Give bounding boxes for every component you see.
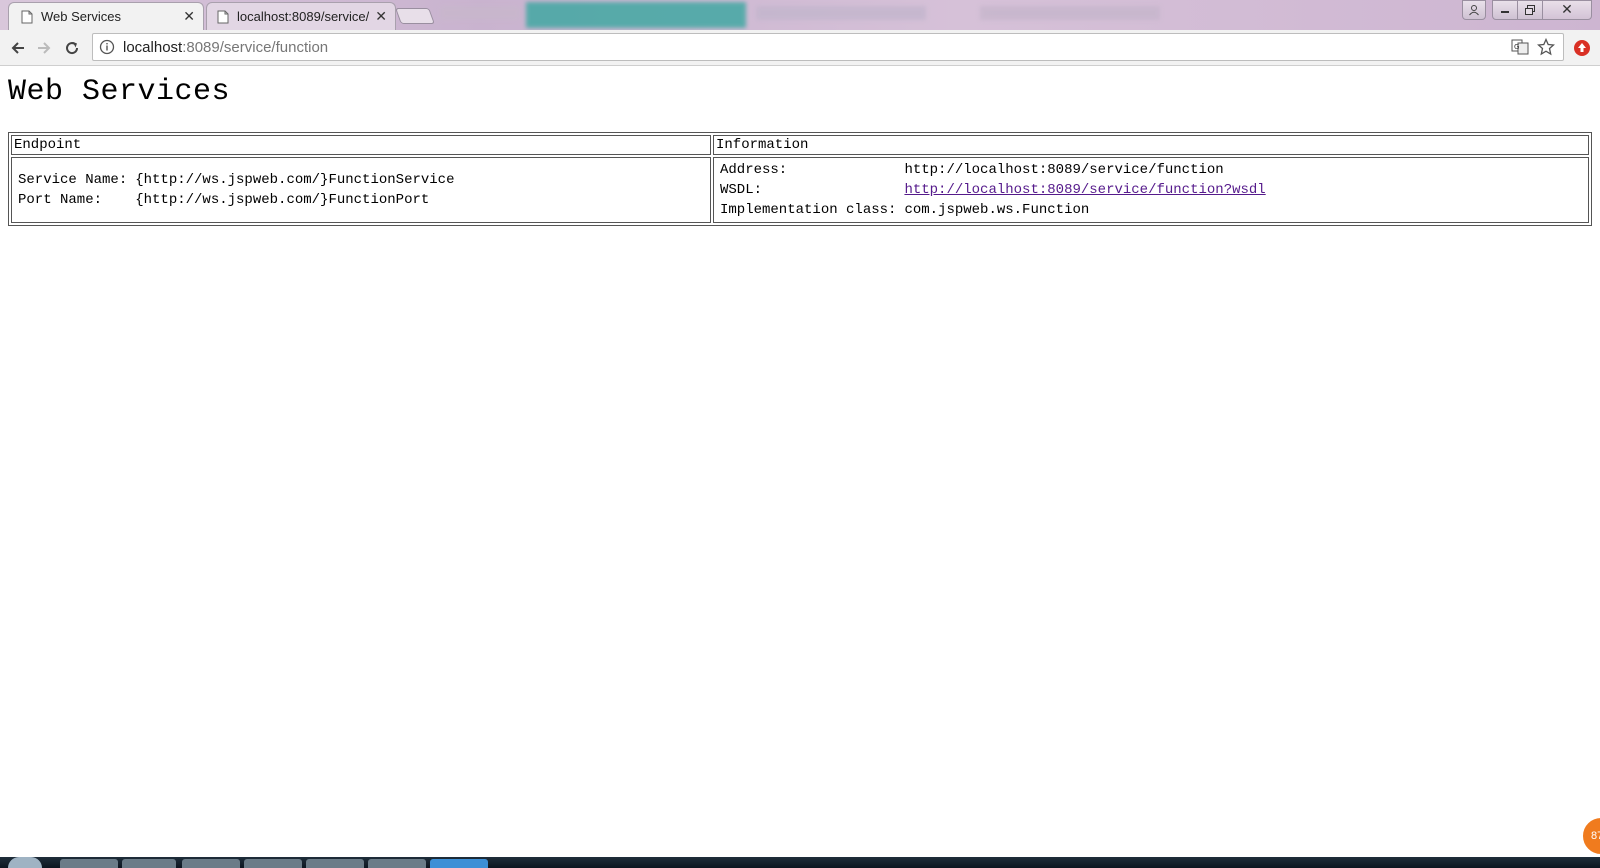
restore-button[interactable] (1517, 0, 1543, 20)
service-name-label: Service Name: (18, 172, 128, 188)
page-icon (217, 10, 229, 23)
start-button[interactable] (8, 857, 42, 868)
implementation-class-value: com.jspweb.ws.Function (904, 202, 1090, 218)
blurred-tabs (440, 2, 1360, 28)
tab-close-icon[interactable]: ✕ (375, 8, 387, 25)
address-bar[interactable]: localhost:8089/service/function G (92, 33, 1564, 61)
reload-icon (66, 42, 79, 55)
new-tab-button[interactable] (395, 8, 435, 24)
taskbar-item[interactable] (306, 859, 364, 868)
star-icon[interactable] (1537, 38, 1555, 56)
address-label: Address: (720, 162, 788, 178)
url-host: localhost (123, 38, 183, 56)
service-name-value: {http://ws.jspweb.com/}FunctionService (135, 172, 455, 188)
badge-count: 87 (1591, 830, 1600, 842)
user-profile-icon[interactable] (1462, 0, 1486, 20)
extension-icon[interactable] (1573, 39, 1591, 57)
tab-label: Web Services (41, 9, 121, 24)
os-taskbar (0, 857, 1600, 868)
tab-web-services[interactable]: Web Services ✕ (8, 2, 204, 30)
table-row: Service Name: {http://ws.jspweb.com/}Fun… (11, 157, 1589, 223)
arrow-left-icon (11, 42, 24, 54)
taskbar-item-active[interactable] (430, 859, 488, 868)
svg-text:G: G (1514, 43, 1519, 51)
back-button[interactable] (8, 38, 28, 58)
taskbar-item[interactable] (122, 859, 176, 868)
info-icon[interactable] (99, 39, 115, 55)
forward-button[interactable] (34, 38, 54, 58)
tab-close-icon[interactable]: ✕ (183, 8, 195, 25)
close-window-button[interactable]: ✕ (1542, 0, 1592, 20)
browser-toolbar: localhost:8089/service/function G (0, 30, 1600, 66)
taskbar-item[interactable] (368, 859, 426, 868)
wsdl-link[interactable]: http://localhost:8089/service/function?w… (904, 182, 1265, 198)
browser-titlebar: Web Services ✕ localhost:8089/service/ ✕… (0, 0, 1600, 30)
taskbar-item[interactable] (244, 859, 302, 868)
port-name-label: Port Name: (18, 192, 103, 208)
minimize-button[interactable] (1492, 0, 1518, 20)
taskbar-item[interactable] (182, 859, 240, 868)
taskbar-item[interactable] (60, 859, 118, 868)
header-information: Information (713, 135, 1589, 155)
page-icon (21, 10, 33, 23)
information-details: Address: http://localhost:8089/service/f… (716, 159, 1270, 221)
page-content: Web Services Endpoint Information Servic… (0, 67, 1600, 857)
wsdl-label: WSDL: (720, 182, 763, 198)
tab-label: localhost:8089/service/ (237, 9, 370, 24)
translate-icon[interactable]: G (1511, 38, 1529, 56)
reload-button[interactable] (62, 38, 82, 58)
arrow-right-icon (38, 42, 51, 54)
url-path: :8089/service/function (182, 38, 329, 56)
implementation-class-label: Implementation class: (720, 202, 897, 218)
address-value: http://localhost:8089/service/function (904, 162, 1224, 178)
table-header-row: Endpoint Information (11, 135, 1589, 155)
endpoint-details: Service Name: {http://ws.jspweb.com/}Fun… (14, 169, 458, 211)
page-title: Web Services (8, 75, 231, 109)
tab-localhost[interactable]: localhost:8089/service/ ✕ (206, 2, 396, 30)
endpoints-table: Endpoint Information Service Name: {http… (8, 132, 1592, 226)
close-icon: ✕ (1561, 2, 1573, 18)
header-endpoint: Endpoint (11, 135, 711, 155)
endpoint-cell: Service Name: {http://ws.jspweb.com/}Fun… (11, 157, 711, 223)
information-cell: Address: http://localhost:8089/service/f… (713, 157, 1589, 223)
port-name-value: {http://ws.jspweb.com/}FunctionPort (135, 192, 430, 208)
